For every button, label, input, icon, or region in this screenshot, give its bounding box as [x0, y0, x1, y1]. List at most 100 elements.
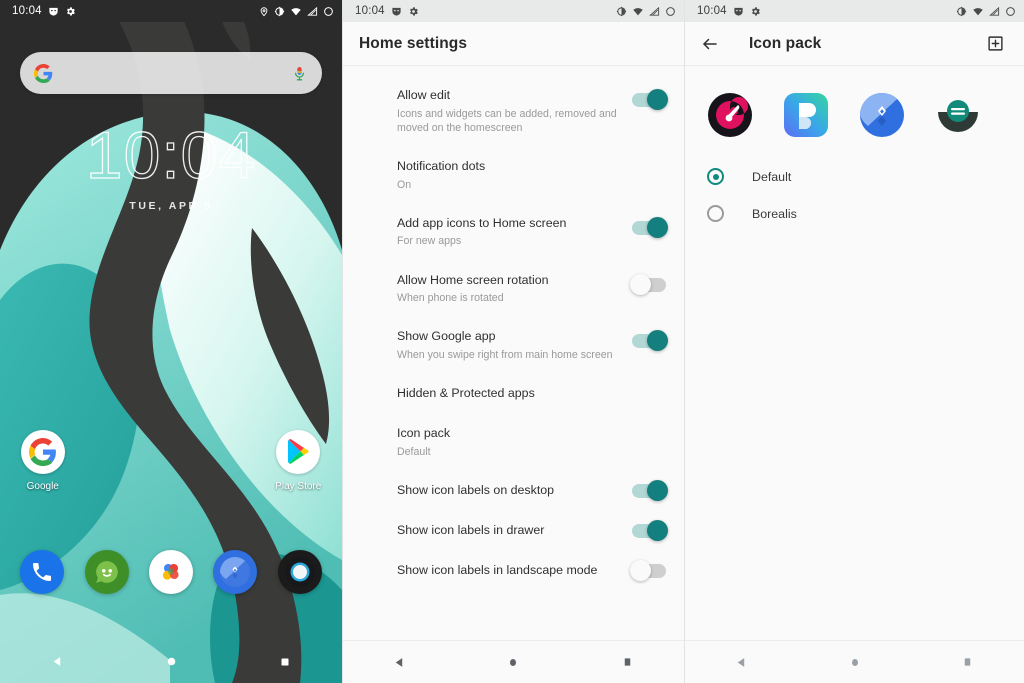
row-subtitle: For new apps — [397, 235, 462, 248]
icon-pack-panel: 10:04 Icon pack Default Borealis — [684, 0, 1024, 683]
row-title: Notification dots — [397, 159, 486, 174]
camera-icon[interactable] — [277, 550, 322, 594]
app-play-store[interactable]: Play Store — [256, 430, 342, 492]
statusbar-right-icons — [616, 6, 676, 17]
settings-row-home-rotation[interactable]: Allow Home screen rotation When phone is… — [343, 261, 684, 318]
settings-row-notification-dots[interactable]: Notification dots On — [343, 147, 684, 204]
back-icon — [396, 657, 403, 667]
wifi-icon — [973, 7, 983, 15]
toggle-add-app-icons[interactable] — [632, 216, 668, 238]
home-icon — [167, 657, 175, 666]
option-label: Default — [752, 169, 792, 184]
statusbar-time: 10:04 — [355, 5, 385, 17]
row-title: Show icon labels in drawer — [397, 523, 545, 538]
toggle-labels-drawer[interactable] — [632, 520, 668, 542]
option-label: Borealis — [752, 206, 797, 221]
row-subtitle: Default — [397, 445, 431, 458]
nav-home-button[interactable] — [490, 641, 536, 683]
row-title: Icon pack — [397, 426, 451, 441]
page-title: Icon pack — [749, 34, 822, 52]
gear-icon — [409, 6, 418, 15]
iconpack-statusbar: 10:04 — [685, 0, 1024, 22]
nav-recents-button[interactable] — [262, 640, 308, 683]
screenshot-root: 10:04 TUE, APR 5 Google Play Store 10:04… — [0, 0, 1024, 683]
nav-back-button[interactable] — [34, 640, 80, 683]
back-icon — [737, 657, 745, 667]
back-button[interactable] — [701, 29, 731, 59]
back-icon — [53, 657, 60, 666]
statusbar-left-icons — [391, 6, 419, 17]
phone-icon[interactable] — [20, 550, 65, 594]
pack-preview-maps-circle[interactable] — [859, 92, 905, 138]
home-dock — [0, 550, 342, 594]
row-subtitle: On — [397, 178, 412, 191]
nav-recents-button[interactable] — [604, 641, 650, 683]
app-label: Play Store — [275, 481, 322, 492]
statusbar-time: 10:04 — [697, 5, 727, 17]
settings-row-labels-landscape[interactable]: Show icon labels in landscape mode — [343, 551, 684, 591]
home-statusbar: 10:04 — [0, 0, 342, 22]
pack-preview-dark-circle[interactable] — [707, 92, 753, 138]
toggle-labels-landscape[interactable] — [630, 560, 666, 582]
nav-recents-button[interactable] — [945, 641, 991, 683]
maps-icon[interactable] — [213, 550, 258, 594]
home-icon — [851, 658, 858, 666]
home-navbar — [0, 640, 342, 683]
settings-row-labels-desktop[interactable]: Show icon labels on desktop — [343, 471, 684, 511]
mask-icon — [734, 7, 743, 16]
settings-row-add-app-icons[interactable]: Add app icons to Home screen For new app… — [343, 204, 684, 261]
wifi-icon — [291, 7, 301, 15]
iconpack-appbar: Icon pack — [685, 22, 1024, 66]
settings-row-icon-pack[interactable]: Icon pack Default — [343, 414, 684, 471]
messages-icon[interactable] — [84, 550, 129, 594]
google-search-bar[interactable] — [20, 52, 322, 94]
toggle-show-google-app[interactable] — [632, 330, 668, 352]
mask-icon — [392, 7, 401, 16]
back-arrow-icon — [703, 38, 717, 49]
gear-icon — [751, 6, 760, 15]
app-google[interactable]: Google — [0, 430, 86, 492]
toggle-allow-edit[interactable] — [632, 89, 668, 110]
radio-default[interactable] — [707, 168, 724, 185]
google-g-icon — [34, 63, 53, 83]
signal-icon — [307, 6, 318, 16]
row-title: Add app icons to Home screen — [397, 215, 567, 230]
recents-icon — [624, 658, 630, 666]
recents-icon — [964, 658, 971, 666]
nav-home-button[interactable] — [832, 641, 878, 683]
row-subtitle: When you swipe right from main home scre… — [397, 348, 613, 361]
photos-icon[interactable] — [148, 550, 193, 594]
option-borealis[interactable]: Borealis — [685, 195, 1024, 232]
row-title: Hidden & Protected apps — [397, 386, 535, 401]
settings-row-show-google-app[interactable]: Show Google app When you swipe right fro… — [343, 317, 684, 374]
settings-list[interactable]: Allow edit Icons and widgets can be adde… — [343, 66, 684, 662]
settings-row-allow-edit[interactable]: Allow edit Icons and widgets can be adde… — [343, 76, 684, 147]
location-pin-icon — [260, 6, 268, 16]
home-screen-panel: 10:04 TUE, APR 5 Google Play Store — [0, 0, 342, 683]
add-button[interactable] — [982, 31, 1008, 57]
microphone-icon[interactable] — [291, 65, 308, 82]
toggle-home-rotation[interactable] — [630, 273, 666, 295]
settings-appbar: Home settings — [343, 22, 684, 66]
option-default[interactable]: Default — [685, 158, 1024, 195]
pack-preview-blue-square[interactable] — [783, 92, 829, 138]
google-icon[interactable] — [20, 430, 65, 474]
home-icon — [510, 658, 517, 666]
settings-navbar — [343, 640, 684, 683]
add-box-icon — [987, 36, 1003, 51]
gear-icon — [66, 6, 75, 15]
nav-home-button[interactable] — [148, 640, 194, 683]
wifi-icon — [633, 7, 643, 15]
settings-row-hidden-protected-apps[interactable]: Hidden & Protected apps — [343, 374, 684, 414]
settings-row-labels-drawer[interactable]: Show icon labels in drawer — [343, 511, 684, 551]
recents-icon — [281, 658, 289, 665]
signal-icon — [989, 6, 1000, 16]
nav-back-button[interactable] — [719, 641, 765, 683]
play-store-icon[interactable] — [276, 430, 321, 474]
row-subtitle: Icons and widgets can be added, removed … — [397, 107, 617, 134]
nav-back-button[interactable] — [377, 641, 423, 683]
pack-preview-bowl-circle[interactable] — [935, 92, 981, 138]
brightness-icon — [274, 6, 285, 16]
radio-borealis[interactable] — [707, 205, 724, 222]
toggle-labels-desktop[interactable] — [632, 480, 668, 502]
